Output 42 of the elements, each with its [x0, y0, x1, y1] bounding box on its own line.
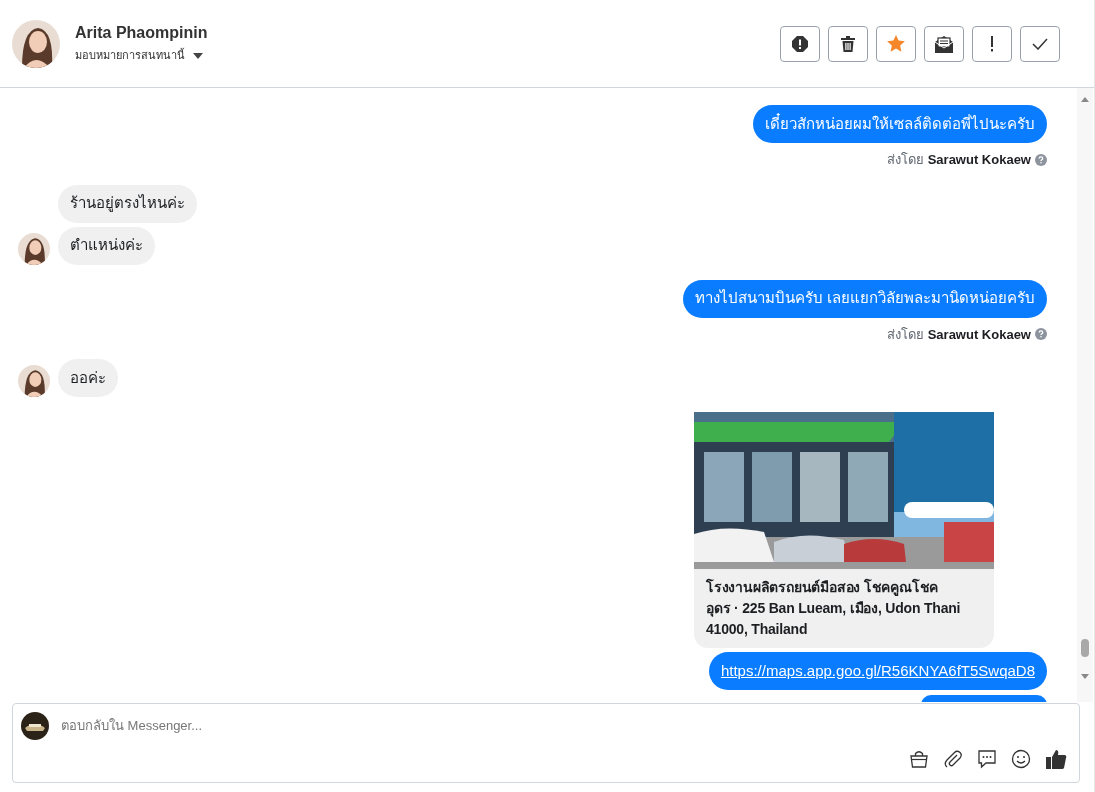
exclaim-button[interactable] — [972, 25, 1012, 62]
shopping-bag-icon[interactable] — [909, 749, 929, 769]
contact-name: Arita Phaompinin — [75, 23, 208, 44]
help-icon[interactable] — [1035, 328, 1047, 341]
scroll-up-icon[interactable] — [1080, 95, 1090, 103]
check-icon — [1032, 37, 1048, 50]
link-preview-title: โรงงานผลิตรถยนต์มือสอง โชคคูณโชค อุดร · 225 Ban Lueam, เมือง, Udon Thani 41000, Thailand — [705, 577, 962, 639]
alert-icon — [791, 34, 809, 53]
star-icon — [887, 35, 905, 52]
envelope-icon — [935, 34, 953, 53]
assign-conversation-dropdown[interactable]: มอบหมายการสนทนานี้ — [75, 47, 208, 64]
check-button[interactable] — [1020, 25, 1060, 62]
map-link[interactable]: https://maps.app.goo.gl/R56KNYA6fT5SwqaD8 — [720, 659, 1035, 683]
trash-button[interactable] — [828, 25, 868, 62]
sent-by-label: ส่งโดย — [886, 325, 924, 344]
mail-button[interactable] — [924, 25, 964, 62]
thumbs-up-icon[interactable] — [1045, 748, 1067, 770]
trash-icon — [841, 35, 855, 52]
sender-name: Sarawut Kokaew — [927, 151, 1031, 169]
scrollbar-thumb[interactable] — [1081, 639, 1089, 657]
message-bubble: ตำแหน่งค่ะ — [58, 226, 155, 265]
page-avatar — [21, 712, 49, 740]
paperclip-icon[interactable] — [943, 749, 963, 769]
help-icon[interactable] — [1035, 153, 1047, 166]
caret-icon — [193, 52, 203, 59]
avatar — [18, 232, 50, 265]
link-preview-card[interactable]: โรงงานผลิตรถยนต์มือสอง โชคคูณโชค อุดร · 225 Ban Lueam, เมือง, Udon Thani 41000, Thailand — [694, 412, 994, 648]
chat-bubble-icon[interactable] — [977, 749, 997, 769]
sender-name: Sarawut Kokaew — [927, 325, 1031, 344]
star-button[interactable] — [876, 25, 916, 62]
message-bubble: ทางไปสนามบินครับ เลยแยกวิลัยพละมานิดหน่อยครับ — [682, 279, 1047, 318]
avatar — [18, 365, 50, 397]
message-bubble: ออค่ะ — [58, 359, 118, 397]
emoji-icon[interactable] — [1011, 749, 1031, 769]
avatar — [12, 19, 60, 68]
reply-input[interactable]: ตอบกลับใน Messenger... — [61, 716, 1071, 736]
exclamation-icon — [990, 35, 994, 52]
scroll-down-icon[interactable] — [1080, 673, 1090, 681]
sent-by-label: ส่งโดย — [886, 151, 924, 169]
alert-button[interactable] — [780, 25, 820, 62]
message-bubble: เดี๋ยวสักหน่อยผมให้เซลล์ติดต่อพี่ไปนะครับ — [753, 105, 1047, 143]
message-bubble: ร้านอยู่ตรงไหนค่ะ — [58, 184, 197, 223]
